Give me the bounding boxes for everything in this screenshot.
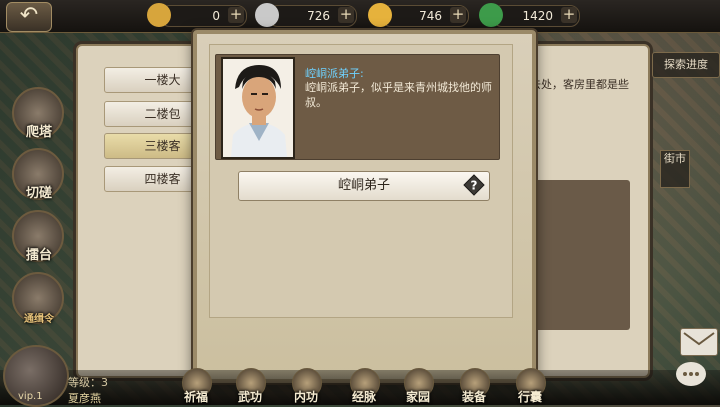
coin-resource: 746 + [368,3,469,27]
add-jade-button[interactable]: + [561,7,577,23]
equipment-button[interactable]: 装备 [454,368,494,404]
pray-button[interactable]: 祈福 [176,368,216,404]
npc-portrait-image [223,59,293,157]
bounty-label: 通缉令 [24,314,54,325]
npc-portrait [221,57,295,159]
top-resource-bar [0,0,720,33]
sparring-menu-button[interactable]: 切磋 [6,146,68,204]
home-button[interactable]: 家园 [398,368,438,404]
player-level: 等级：3 [68,376,108,389]
tower-menu-button[interactable]: 爬塔 [6,85,68,143]
gold-ingot-value: 0 [212,9,220,23]
svg-text:?: ? [471,179,478,193]
coin-icon [368,3,392,27]
floor-detail-area [535,180,630,330]
gold-ingot-resource: 0 + [147,3,247,27]
floor-description: 去处，客房里都是些 [530,78,629,91]
question-mark-icon[interactable]: ? [463,174,485,196]
martial-arts-label: 武功 [237,390,262,404]
silver-ingot-value: 726 [307,9,330,23]
explore-progress-button[interactable]: 探索进度 [652,52,720,78]
martial-arts-button[interactable]: 武功 [230,368,270,404]
pray-label: 祈福 [183,390,208,404]
bounty-menu-button[interactable]: 通缉令 [6,270,68,328]
jade-value: 1420 [522,9,553,23]
npc-speaker-name: 崆峒派弟子: [305,67,364,80]
npc-speech-text: 崆峒派弟子，似乎是来青州城找他的师叔。 [305,81,492,109]
gold-ingot-icon [147,3,171,27]
vip-badge[interactable]: vip.1 [18,391,43,402]
meridian-label: 经脉 [351,390,376,404]
silver-ingot-icon [255,3,279,27]
mail-icon[interactable] [680,328,718,356]
bag-label: 行囊 [517,390,542,404]
chat-icon[interactable] [676,362,706,386]
back-button[interactable]: ↶ [6,2,52,32]
meridian-button[interactable]: 经脉 [344,368,384,404]
add-gold-ingot-button[interactable]: + [228,7,244,23]
market-button[interactable]: 街市 [660,150,690,188]
tower-label: 爬塔 [25,125,52,140]
jade-resource: 1420 + [479,3,580,27]
arena-label: 擂台 [25,248,52,263]
add-silver-ingot-button[interactable]: + [338,7,354,23]
coin-value: 746 [419,9,442,23]
inner-skill-button[interactable]: 内功 [286,368,326,404]
equipment-label: 装备 [461,390,486,404]
bag-button[interactable]: 行囊 [510,368,550,404]
jade-icon [479,3,503,27]
silver-ingot-resource: 726 + [255,3,357,27]
npc-dialog-modal: 崆峒派弟子: 崆峒派弟子，似乎是来青州城找他的师叔。 崆峒弟子 ? [193,30,536,383]
inner-skill-label: 内功 [293,390,318,404]
arena-menu-button[interactable]: 擂台 [6,208,68,266]
choice-button[interactable]: 崆峒弟子 [238,171,490,201]
sparring-label: 切磋 [25,186,52,201]
add-coin-button[interactable]: + [450,7,466,23]
player-name: 夏彦燕 [68,392,101,405]
home-label: 家园 [405,390,430,404]
